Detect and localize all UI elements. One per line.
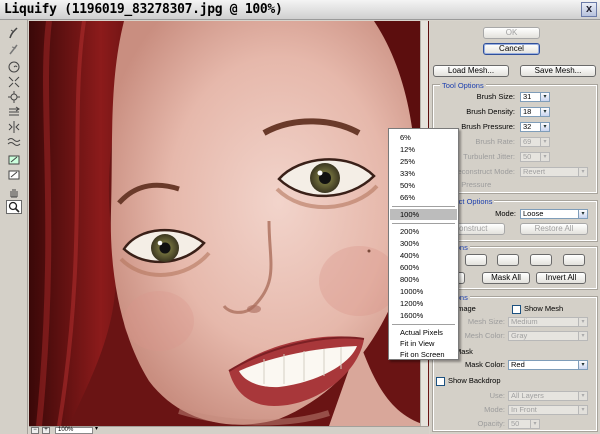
zoom-menu: 6% 12% 25% 33% 50% 66% 100% 200% 300% 40… <box>388 128 459 360</box>
backdrop-mode-dropdown[interactable]: ▾ <box>578 405 588 415</box>
zoom-menu-item[interactable]: 66% <box>390 192 457 203</box>
reconstruct-mode-dropdown-2[interactable]: ▾ <box>578 209 588 219</box>
brush-rate-label: Brush Rate: <box>475 137 515 146</box>
title-bar: Liquify (1196019_83278307.jpg @ 100%) x <box>0 0 600 20</box>
push-left-icon[interactable] <box>6 105 22 119</box>
mask-color-select[interactable]: Red <box>508 360 588 370</box>
mirror-icon[interactable] <box>6 120 22 134</box>
menu-separator <box>392 324 455 325</box>
close-button[interactable]: x <box>581 2 597 17</box>
zoom-menu-item[interactable]: 800% <box>390 274 457 285</box>
backdrop-use-dropdown[interactable]: ▾ <box>578 391 588 401</box>
thaw-mask-icon[interactable] <box>6 168 22 182</box>
show-backdrop-label: Show Backdrop <box>448 376 501 385</box>
load-mesh-button[interactable]: Load Mesh... <box>433 65 509 77</box>
zoom-menu-item[interactable]: 300% <box>390 238 457 249</box>
reconstruct-mode-label-2: Mode: <box>495 209 516 218</box>
backdrop-mode-label: Mode: <box>484 405 505 414</box>
fit-on-screen-item[interactable]: Fit on Screen <box>390 349 457 360</box>
mesh-color-select[interactable]: Gray <box>508 331 588 341</box>
tool-strip <box>0 20 28 434</box>
zoom-in-button[interactable]: + <box>42 427 50 434</box>
actual-pixels-item[interactable]: Actual Pixels <box>390 327 457 338</box>
mesh-color-dropdown[interactable]: ▾ <box>578 331 588 341</box>
ok-button[interactable]: OK <box>483 27 540 39</box>
restore-all-button[interactable]: Restore All <box>520 223 588 235</box>
zoom-level-arrow[interactable]: ▾ <box>95 426 101 434</box>
show-backdrop-checkbox[interactable] <box>436 377 445 386</box>
brush-pressure-dropdown[interactable]: ▾ <box>540 122 550 132</box>
turbulence-icon[interactable] <box>6 135 22 149</box>
zoom-bar: − + 100% ▾ <box>29 426 429 434</box>
show-mesh-label: Show Mesh <box>524 304 564 313</box>
mask-subtract-button[interactable] <box>497 254 519 266</box>
zoom-menu-item[interactable]: 1600% <box>390 310 457 321</box>
backdrop-opacity-label: Opacity: <box>477 419 505 428</box>
backdrop-mode-select[interactable]: In Front <box>508 405 588 415</box>
mask-color-label: Mask Color: <box>464 360 505 369</box>
zoom-menu-item[interactable]: 200% <box>390 226 457 237</box>
zoom-menu-item[interactable]: 25% <box>390 156 457 167</box>
fit-in-view-item[interactable]: Fit in View <box>390 338 457 349</box>
brush-size-label: Brush Size: <box>476 92 515 101</box>
warp-icon[interactable] <box>6 26 22 40</box>
brush-density-dropdown[interactable]: ▾ <box>540 107 550 117</box>
zoom-menu-item-selected[interactable]: 100% <box>390 209 457 220</box>
tool-options-title: Tool Options <box>440 81 486 90</box>
mask-intersect-button[interactable] <box>530 254 552 266</box>
bloat-icon[interactable] <box>6 90 22 104</box>
show-mesh-checkbox[interactable] <box>512 305 521 314</box>
hand-icon[interactable] <box>6 185 22 199</box>
turbulent-jitter-dropdown[interactable]: ▾ <box>540 152 550 162</box>
zoom-level-field[interactable]: 100% <box>55 427 93 434</box>
brush-pressure-label: Brush Pressure: <box>461 122 515 131</box>
zoom-menu-item[interactable]: 50% <box>390 180 457 191</box>
zoom-out-button[interactable]: − <box>31 427 39 434</box>
reconstruct-mode-label: Reconstruct Mode: <box>452 167 515 176</box>
freeze-mask-icon[interactable] <box>6 153 22 167</box>
backdrop-use-select[interactable]: All Layers <box>508 391 588 401</box>
zoom-menu-item[interactable]: 1200% <box>390 298 457 309</box>
zoom-menu-item[interactable]: 600% <box>390 262 457 273</box>
save-mesh-button[interactable]: Save Mesh... <box>520 65 596 77</box>
brush-rate-dropdown[interactable]: ▾ <box>540 137 550 147</box>
brush-density-label: Brush Density: <box>466 107 515 116</box>
window-title: Liquify (1196019_83278307.jpg @ 100%) <box>4 2 283 17</box>
mesh-size-dropdown[interactable]: ▾ <box>578 317 588 327</box>
zoom-menu-item[interactable]: 12% <box>390 144 457 155</box>
menu-separator <box>392 206 455 207</box>
backdrop-opacity-dropdown[interactable]: ▾ <box>530 419 540 429</box>
zoom-menu-item[interactable]: 33% <box>390 168 457 179</box>
backdrop-use-label: Use: <box>489 391 505 400</box>
mesh-size-select[interactable]: Medium <box>508 317 588 327</box>
image-canvas[interactable] <box>29 21 429 426</box>
mask-add-button[interactable] <box>465 254 487 266</box>
reconstruct-mode-dropdown[interactable]: ▾ <box>578 167 588 177</box>
turbulent-jitter-label: Turbulent Jitter: <box>463 152 515 161</box>
pucker-icon[interactable] <box>6 75 22 89</box>
zoom-menu-item[interactable]: 400% <box>390 250 457 261</box>
zoom-menu-item[interactable]: 6% <box>390 132 457 143</box>
menu-separator <box>392 223 455 224</box>
mask-color-dropdown[interactable]: ▾ <box>578 360 588 370</box>
mask-all-button[interactable]: Mask All <box>482 272 530 284</box>
brush-size-dropdown[interactable]: ▾ <box>540 92 550 102</box>
reconstruct-icon[interactable] <box>6 42 22 56</box>
mask-invert-button[interactable] <box>563 254 585 266</box>
invert-all-button[interactable]: Invert All <box>536 272 586 284</box>
cancel-button[interactable]: Cancel <box>483 43 540 55</box>
zoom-menu-item[interactable]: 1000% <box>390 286 457 297</box>
twirl-icon[interactable] <box>6 60 22 74</box>
portrait-image <box>29 21 429 426</box>
reconstruct-mode-select[interactable]: Revert <box>520 167 580 177</box>
stylus-pressure-label: e Pressure <box>455 180 492 189</box>
zoom-icon[interactable] <box>6 200 22 214</box>
reconstruct-mode-field[interactable]: Loose <box>520 209 580 219</box>
